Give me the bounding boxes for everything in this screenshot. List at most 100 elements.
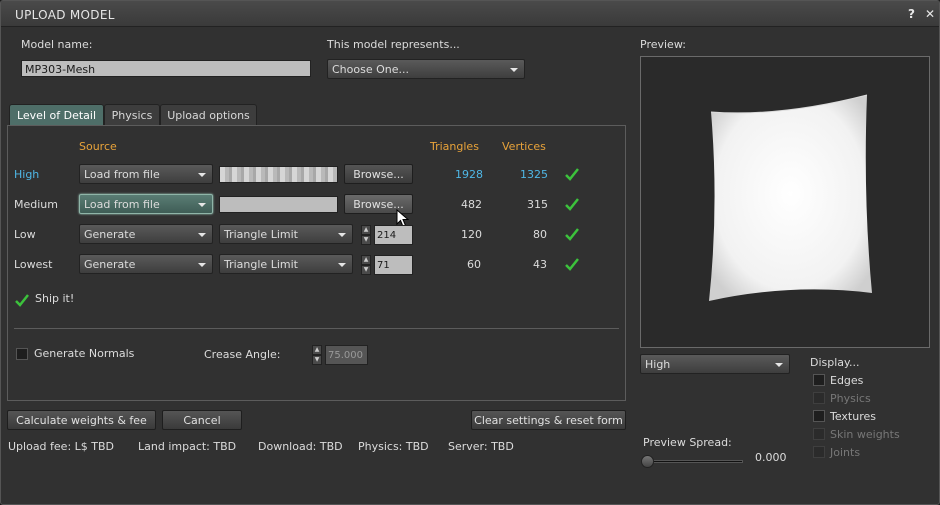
- spin-down-icon[interactable]: ▼: [361, 265, 371, 275]
- crease-angle-label: Crease Angle:: [204, 348, 281, 361]
- triangles-medium: 482: [461, 198, 482, 211]
- skin-weights-checkbox[interactable]: [813, 428, 825, 440]
- edges-label: Edges: [830, 374, 864, 387]
- download-status: Download: TBD: [258, 440, 343, 453]
- physics-status: Physics: TBD: [358, 440, 429, 453]
- model-name-label: Model name:: [21, 38, 93, 51]
- textures-label: Textures: [830, 410, 876, 423]
- help-button[interactable]: ?: [908, 7, 915, 21]
- chevron-down-icon: [198, 173, 206, 177]
- model-name-field[interactable]: MP303-Mesh: [21, 60, 311, 77]
- textures-checkbox[interactable]: [813, 410, 825, 422]
- represents-dropdown[interactable]: Choose One...: [327, 59, 525, 79]
- display-label: Display...: [810, 356, 860, 369]
- mode-value-low: Triangle Limit: [224, 228, 298, 241]
- triangles-high: 1928: [455, 168, 483, 181]
- lod-row-label-lowest: Lowest: [14, 258, 53, 271]
- vertices-high: 1325: [520, 168, 548, 181]
- source-value-medium: Load from file: [84, 198, 160, 211]
- limit-spinner-lowest[interactable]: ▲ ▼: [361, 255, 371, 275]
- chevron-down-icon: [510, 68, 518, 72]
- divider: [14, 328, 619, 329]
- preview-lod-dropdown[interactable]: High: [640, 354, 790, 374]
- preview-spread-label: Preview Spread:: [643, 436, 732, 449]
- chevron-down-icon: [198, 263, 206, 267]
- preview-spread-value: 0.000: [755, 451, 787, 464]
- window-title: UPLOAD MODEL: [15, 8, 115, 22]
- browse-button-high[interactable]: Browse...: [344, 164, 413, 184]
- chevron-down-icon: [338, 233, 346, 237]
- generate-normals-checkbox[interactable]: [16, 348, 28, 360]
- source-dropdown-medium[interactable]: Load from file: [79, 194, 213, 214]
- check-icon: [565, 168, 579, 181]
- source-dropdown-high[interactable]: Load from file: [79, 164, 213, 184]
- calculate-weights-button[interactable]: Calculate weights & fee: [7, 410, 156, 430]
- chevron-down-icon: [775, 363, 783, 367]
- pillow-model-image: [709, 94, 872, 301]
- model-preview[interactable]: [640, 56, 930, 348]
- skin-weights-label: Skin weights: [830, 428, 900, 441]
- chevron-down-icon: [198, 233, 206, 237]
- mode-dropdown-low[interactable]: Triangle Limit: [219, 224, 353, 244]
- spin-up-icon[interactable]: ▲: [361, 225, 371, 235]
- source-value-high: Load from file: [84, 168, 160, 181]
- vertices-lowest: 43: [533, 258, 547, 271]
- generate-normals-label: Generate Normals: [34, 347, 135, 360]
- check-icon: [565, 258, 579, 271]
- chevron-down-icon: [198, 203, 206, 207]
- lod-row-label-medium: Medium: [14, 198, 58, 211]
- crease-angle-spinner[interactable]: ▲ ▼: [312, 345, 322, 365]
- mode-dropdown-lowest[interactable]: Triangle Limit: [219, 254, 353, 274]
- crease-angle-field[interactable]: 75.000: [325, 345, 368, 365]
- limit-field-low[interactable]: 214: [374, 225, 413, 245]
- physics-label: Physics: [830, 392, 871, 405]
- source-value-lowest: Generate: [84, 258, 136, 271]
- mode-value-lowest: Triangle Limit: [224, 258, 298, 271]
- limit-field-lowest[interactable]: 71: [374, 255, 413, 275]
- represents-label: This model represents...: [327, 38, 460, 51]
- lod-row-label-high: High: [14, 168, 40, 181]
- check-icon: [15, 294, 29, 307]
- server-status: Server: TBD: [448, 440, 514, 453]
- source-value-low: Generate: [84, 228, 136, 241]
- file-field-medium[interactable]: [219, 196, 338, 213]
- close-button[interactable]: ✕: [925, 7, 935, 21]
- lod-row-label-low: Low: [14, 228, 36, 241]
- limit-spinner-low[interactable]: ▲ ▼: [361, 225, 371, 245]
- clear-settings-button[interactable]: Clear settings & reset form: [471, 410, 626, 430]
- triangles-header: Triangles: [430, 140, 479, 153]
- land-impact-status: Land impact: TBD: [138, 440, 237, 453]
- vertices-medium: 315: [527, 198, 548, 211]
- spin-down-icon[interactable]: ▼: [312, 355, 322, 365]
- triangles-low: 120: [461, 228, 482, 241]
- edges-checkbox[interactable]: [813, 374, 825, 386]
- spin-up-icon[interactable]: ▲: [312, 345, 322, 355]
- title-bar[interactable]: UPLOAD MODEL ? ✕: [1, 1, 939, 27]
- tab-physics[interactable]: Physics: [104, 104, 160, 125]
- preview-lod-value: High: [645, 358, 671, 371]
- triangles-lowest: 60: [467, 258, 481, 271]
- vertices-header: Vertices: [502, 140, 546, 153]
- source-header: Source: [79, 140, 117, 153]
- represents-value: Choose One...: [332, 63, 409, 76]
- vertices-low: 80: [533, 228, 547, 241]
- ship-it-label: Ship it!: [35, 292, 75, 305]
- preview-spread-handle[interactable]: [641, 455, 654, 468]
- source-dropdown-lowest[interactable]: Generate: [79, 254, 213, 274]
- spin-up-icon[interactable]: ▲: [361, 255, 371, 265]
- cancel-button[interactable]: Cancel: [162, 410, 242, 430]
- preview-spread-track[interactable]: [647, 460, 743, 463]
- tab-level-of-detail[interactable]: Level of Detail: [9, 104, 104, 125]
- preview-label: Preview:: [640, 38, 686, 51]
- source-dropdown-low[interactable]: Generate: [79, 224, 213, 244]
- check-icon: [565, 228, 579, 241]
- spin-down-icon[interactable]: ▼: [361, 235, 371, 245]
- check-icon: [565, 198, 579, 211]
- upload-fee-status: Upload fee: L$ TBD: [8, 440, 115, 453]
- joints-checkbox[interactable]: [813, 446, 825, 458]
- file-field-high[interactable]: [219, 166, 338, 183]
- joints-label: Joints: [830, 446, 861, 459]
- tab-upload-options[interactable]: Upload options: [160, 104, 257, 125]
- physics-checkbox[interactable]: [813, 392, 825, 404]
- chevron-down-icon: [338, 263, 346, 267]
